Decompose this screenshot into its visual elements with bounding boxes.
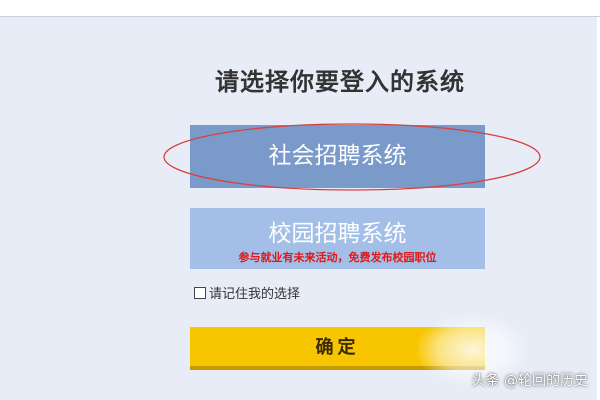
campus-recruitment-label: 校园招聘系统 <box>268 221 407 247</box>
confirm-button[interactable]: 确定 <box>190 327 485 370</box>
page-title: 请选择你要登入的系统 <box>215 68 465 96</box>
social-recruitment-button[interactable]: 社会招聘系统 <box>190 125 485 188</box>
campus-recruitment-note: 参与就业有未来活动，免费发布校园职位 <box>238 251 437 264</box>
remember-label: 请记住我的选择 <box>209 287 301 302</box>
remember-choice[interactable]: 请记住我的选择 <box>194 283 300 302</box>
login-page: 请选择你要登入的系统 社会招聘系统 校园招聘系统 参与就业有未来活动，免费发布校… <box>0 0 600 400</box>
top-band <box>0 0 600 17</box>
campus-recruitment-button[interactable]: 校园招聘系统 参与就业有未来活动，免费发布校园职位 <box>190 208 485 269</box>
remember-checkbox[interactable] <box>194 286 206 299</box>
watermark-text: 头条 @轮回的历史 <box>471 373 588 389</box>
